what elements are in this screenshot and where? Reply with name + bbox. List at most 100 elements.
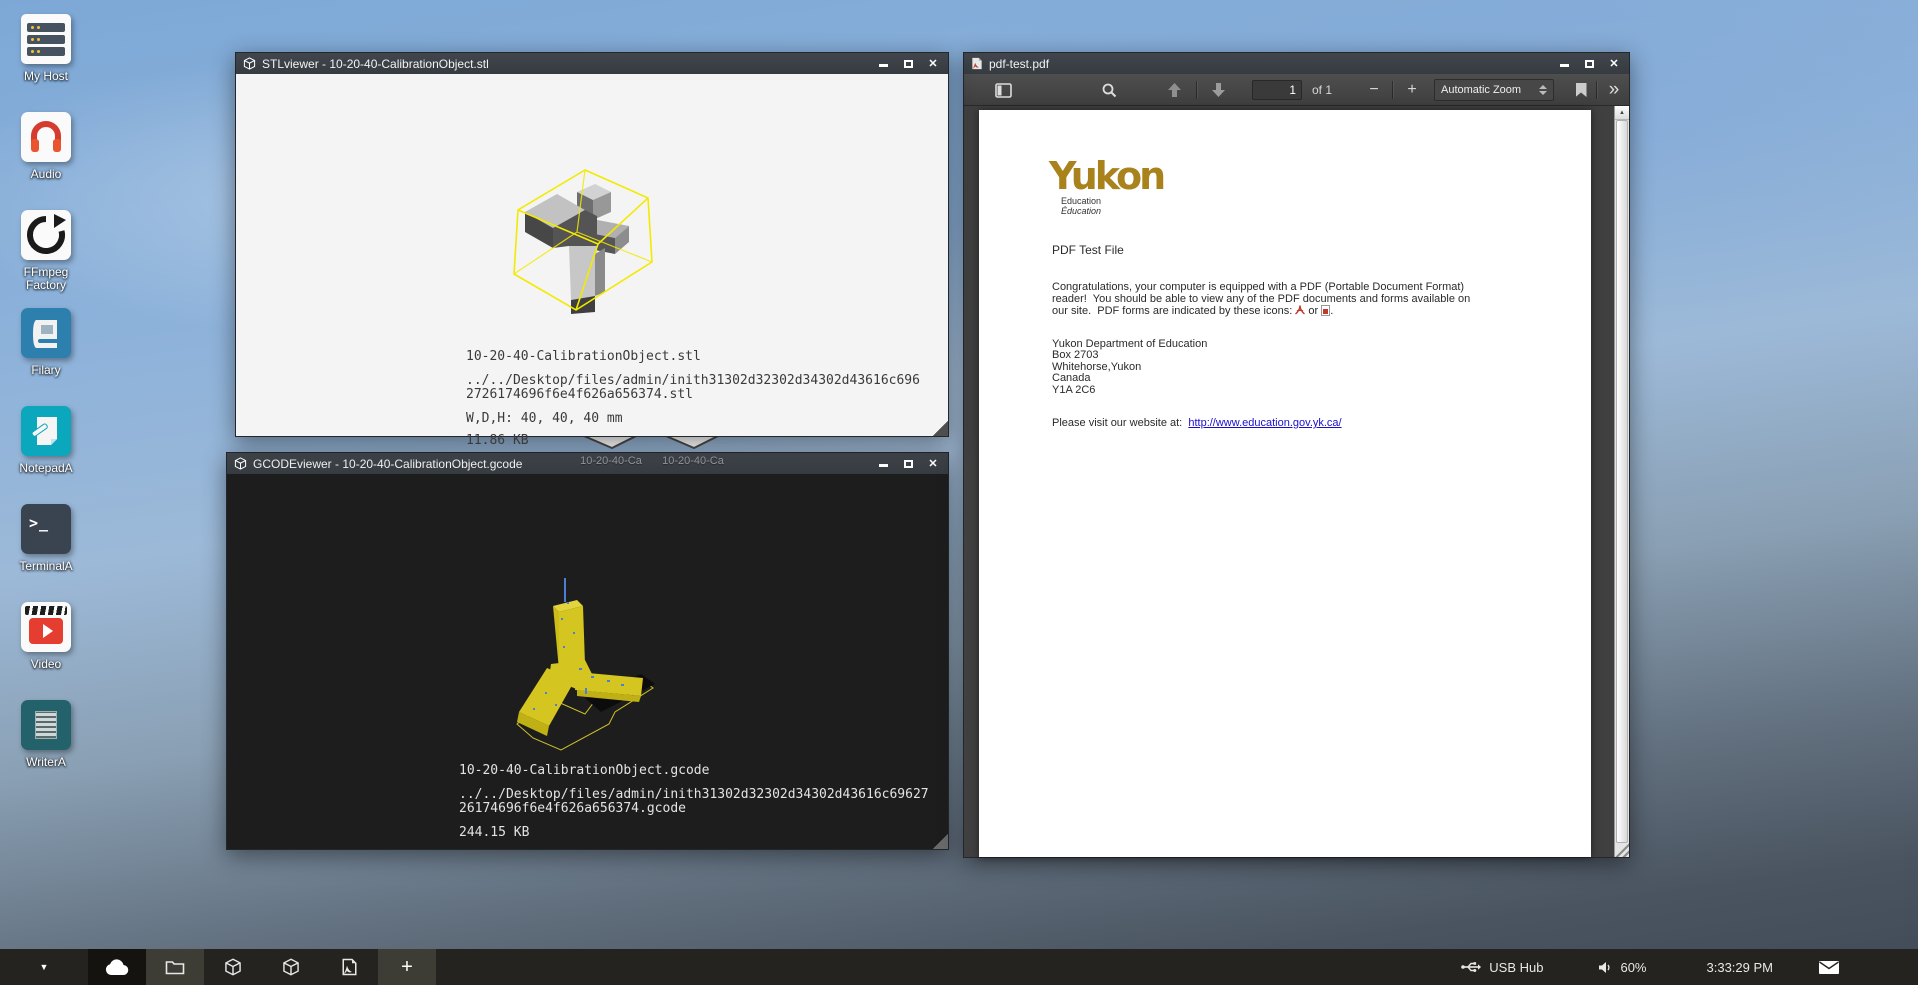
pdf-viewer-area[interactable]: Yukon Education Éducation PDF Test File …	[964, 106, 1629, 857]
next-page-button[interactable]	[1204, 74, 1232, 106]
doc-paragraph: Congratulations, your computer is equipp…	[1052, 282, 1470, 319]
arrow-down-icon	[1211, 82, 1226, 98]
select-arrows-icon	[1539, 85, 1547, 95]
pdf-viewer-window: pdf-test.pdf ✕	[963, 52, 1630, 858]
document-icon	[21, 700, 71, 750]
close-button[interactable]: ✕	[1606, 57, 1622, 71]
server-icon	[21, 14, 71, 64]
maximize-button[interactable]	[1581, 57, 1597, 71]
zoom-select[interactable]: Automatic Zoom	[1434, 79, 1554, 101]
minimize-button[interactable]	[875, 57, 891, 71]
taskbar-pdf-button[interactable]	[320, 949, 378, 985]
gcode-canvas[interactable]: 10-20-40-CalibrationObject.gcode ../../D…	[227, 474, 948, 849]
sidebar-icon	[995, 83, 1012, 98]
pdf-scrollbar[interactable]: ▲	[1614, 106, 1629, 857]
taskbar-stlviewer-button[interactable]	[204, 949, 262, 985]
cube-icon	[224, 958, 242, 976]
address-line: Y1A 2C6	[1052, 385, 1207, 396]
cube-icon	[243, 57, 256, 70]
volume-status[interactable]: 60%	[1598, 960, 1646, 975]
bookmark-icon	[1576, 83, 1587, 97]
video-player-icon	[21, 602, 71, 652]
resize-grip[interactable]	[932, 833, 948, 849]
desktop-icon-label: WriterA	[26, 756, 66, 769]
yukon-logo: Yukon Education Éducation	[1049, 158, 1163, 216]
stl-canvas[interactable]: 10-20-40-CalibrationObject.stl ../../Des…	[236, 74, 948, 436]
taskbar-files-button[interactable]	[146, 949, 204, 985]
acrobat-icon	[1295, 305, 1305, 319]
note-pencil-icon	[21, 406, 71, 456]
scrollbar-thumb[interactable]	[1616, 120, 1628, 843]
pdf-titlebar[interactable]: pdf-test.pdf ✕	[964, 53, 1629, 74]
stl-dimensions: W,D,H: 40, 40, 40 mm	[466, 412, 920, 426]
stl-3d-model	[481, 134, 701, 329]
close-button[interactable]: ✕	[925, 457, 941, 471]
desktop-icon-label: Filary	[31, 364, 60, 377]
paragraph-line-text: our site. PDF forms are indicated by the…	[1052, 305, 1295, 317]
taskbar-cloud-button[interactable]	[88, 949, 146, 985]
taskbar-gcodeviewer-button[interactable]	[262, 949, 320, 985]
desktop-file-label: 10-20-40-Ca	[578, 455, 644, 467]
gcode-file-info: 10-20-40-CalibrationObject.gcode ../../D…	[459, 764, 929, 840]
paragraph-line: our site. PDF forms are indicated by the…	[1052, 305, 1470, 319]
stl-filename: 10-20-40-CalibrationObject.stl	[466, 350, 920, 364]
minimize-button[interactable]	[875, 457, 891, 471]
website-link[interactable]: http://www.education.gov.yk.ca/	[1188, 417, 1341, 429]
stl-filesize: 11.86 KB	[466, 434, 920, 448]
desktop-icon-my-host[interactable]: My Host	[6, 14, 86, 112]
close-button[interactable]: ✕	[925, 57, 941, 71]
taskbar-chevron-button[interactable]: ▼	[0, 949, 88, 985]
page-number-input[interactable]	[1252, 80, 1302, 100]
paragraph-line: Congratulations, your computer is equipp…	[1052, 282, 1470, 294]
previous-page-button[interactable]	[1160, 74, 1188, 106]
taskbar-new-tab-button[interactable]: +	[378, 949, 436, 985]
stlviewer-titlebar[interactable]: STLviewer - 10-20-40-CalibrationObject.s…	[236, 53, 948, 74]
pdf-file-icon	[342, 958, 357, 976]
cube-icon	[282, 958, 300, 976]
paragraph-line-text: .	[1330, 305, 1333, 317]
desktop-icon-video[interactable]: Video	[6, 602, 86, 700]
scroll-up-button[interactable]: ▲	[1615, 106, 1629, 120]
toolbar-overflow-button[interactable]: »	[1600, 74, 1628, 106]
terminal-icon: >_	[21, 504, 71, 554]
window-title: STLviewer - 10-20-40-CalibrationObject.s…	[262, 57, 869, 71]
desktop-icon-label: TerminalA	[19, 560, 72, 573]
mail-icon[interactable]	[1818, 960, 1840, 975]
usb-icon	[1461, 961, 1481, 973]
gcodeviewer-window: GCODEviewer - 10-20-40-CalibrationObject…	[226, 452, 949, 850]
desktop-icon-writera[interactable]: WriterA	[6, 700, 86, 798]
usb-status[interactable]: USB Hub	[1461, 960, 1543, 975]
zoom-in-button[interactable]: +	[1400, 74, 1424, 106]
maximize-button[interactable]	[900, 457, 916, 471]
clock: 3:33:29 PM	[1707, 960, 1774, 975]
desktop-icon-notepada[interactable]: NotepadA	[6, 406, 86, 504]
pdf-toolbar: of 1 − + Automatic Zoom »	[964, 74, 1629, 106]
doc-address-block: Yukon Department of Education Box 2703 W…	[1052, 339, 1207, 396]
resize-grip[interactable]	[932, 420, 948, 436]
desktop-icon-filary[interactable]: Filary	[6, 308, 86, 406]
desktop: { "glyphs": { "close": "✕", "chevron_dow…	[0, 0, 1918, 985]
sidebar-toggle-button[interactable]	[988, 74, 1018, 106]
doc-heading: PDF Test File	[1052, 243, 1124, 257]
gcode-filename: 10-20-40-CalibrationObject.gcode	[459, 764, 929, 778]
desktop-icon-audio[interactable]: Audio	[6, 112, 86, 210]
pdf-form-icon	[1321, 305, 1330, 316]
paragraph-line: reader! You should be able to view any o…	[1052, 294, 1470, 306]
desktop-icon-ffmpeg-factory[interactable]: FFmpeg Factory	[6, 210, 86, 308]
minimize-button[interactable]	[1556, 57, 1572, 71]
page-count-label: of 1	[1312, 74, 1332, 106]
maximize-button[interactable]	[900, 57, 916, 71]
gcode-path-line2: 26174696f6e4f626a656374.gcode	[459, 802, 929, 816]
gcode-path-line1: ../../Desktop/files/admin/inith31302d323…	[459, 788, 929, 802]
doc-website-line: Please visit our website at: http://www.…	[1052, 418, 1342, 430]
zoom-out-button[interactable]: −	[1362, 74, 1386, 106]
usb-label: USB Hub	[1489, 960, 1543, 975]
desktop-icon-label: FFmpeg Factory	[6, 266, 86, 292]
taskbar: ▼ +	[0, 949, 1918, 985]
search-button[interactable]	[1094, 74, 1124, 106]
website-label: Please visit our website at:	[1052, 417, 1188, 429]
stl-path-line2: 2726174696f6e4f626a656374.stl	[466, 388, 920, 402]
bookmark-button[interactable]	[1568, 74, 1594, 106]
speaker-icon	[1598, 961, 1612, 974]
desktop-icon-terminala[interactable]: >_ TerminalA	[6, 504, 86, 602]
